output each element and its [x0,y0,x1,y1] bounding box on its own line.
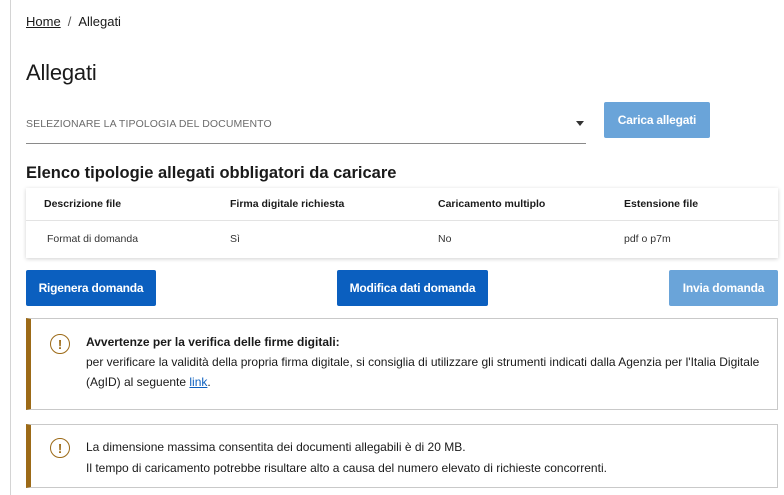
table-cell: pdf o p7m [624,233,671,245]
section-title: Elenco tipologie allegati obbligatori da… [26,164,397,182]
exclamation-circle-icon: ! [50,334,70,354]
caret-down-icon [576,121,584,126]
alert-text-end: . [207,375,211,389]
table-row: Format di domanda Sì No pdf o p7m [26,222,778,255]
table-cell: No [438,233,452,245]
column-header: Descrizione file [44,198,122,210]
agid-link[interactable]: link [189,375,207,389]
breadcrumb-separator: / [67,14,72,29]
document-type-placeholder: SELEZIONARE LA TIPOLOGIA DEL DOCUMENTO [26,118,272,130]
alert-line: La dimensione massima consentita dei doc… [86,440,466,454]
alert-body: La dimensione massima consentita dei doc… [86,437,765,479]
alert-text-part: per verificare la validità della propria… [86,355,760,389]
alert-text: per verificare la validità della propria… [86,352,765,392]
column-header: Estensione file [624,198,699,210]
alert-line: Il tempo di caricamento potrebbe risulta… [86,461,607,475]
column-header: Firma digitale richiesta [230,198,345,210]
send-application-button[interactable]: Invia domanda [669,270,778,306]
alert-body: Avvertenze per la verifica delle firme d… [86,332,765,392]
table-cell: Sì [230,233,240,245]
edit-application-button[interactable]: Modifica dati domanda [337,270,488,306]
table-header-row: Descrizione file Firma digitale richiest… [26,188,778,221]
breadcrumb: Home / Allegati [26,14,121,29]
table-cell: Format di domanda [47,233,139,245]
digital-signature-alert: ! Avvertenze per la verifica delle firme… [26,318,778,410]
required-attachments-table: Descrizione file Firma digitale richiest… [26,188,778,258]
file-size-alert: ! La dimensione massima consentita dei d… [26,424,778,488]
regenerate-application-button[interactable]: Rigenera domanda [26,270,156,306]
document-type-select[interactable]: SELEZIONARE LA TIPOLOGIA DEL DOCUMENTO [26,108,586,144]
breadcrumb-current: Allegati [78,14,121,29]
alert-title: Avvertenze per la verifica delle firme d… [86,335,340,349]
exclamation-circle-icon: ! [50,438,70,458]
page-title: Allegati [26,60,97,85]
column-header: Caricamento multiplo [438,198,546,210]
breadcrumb-home-link[interactable]: Home [26,14,61,29]
upload-attachments-button[interactable]: Carica allegati [604,102,710,138]
